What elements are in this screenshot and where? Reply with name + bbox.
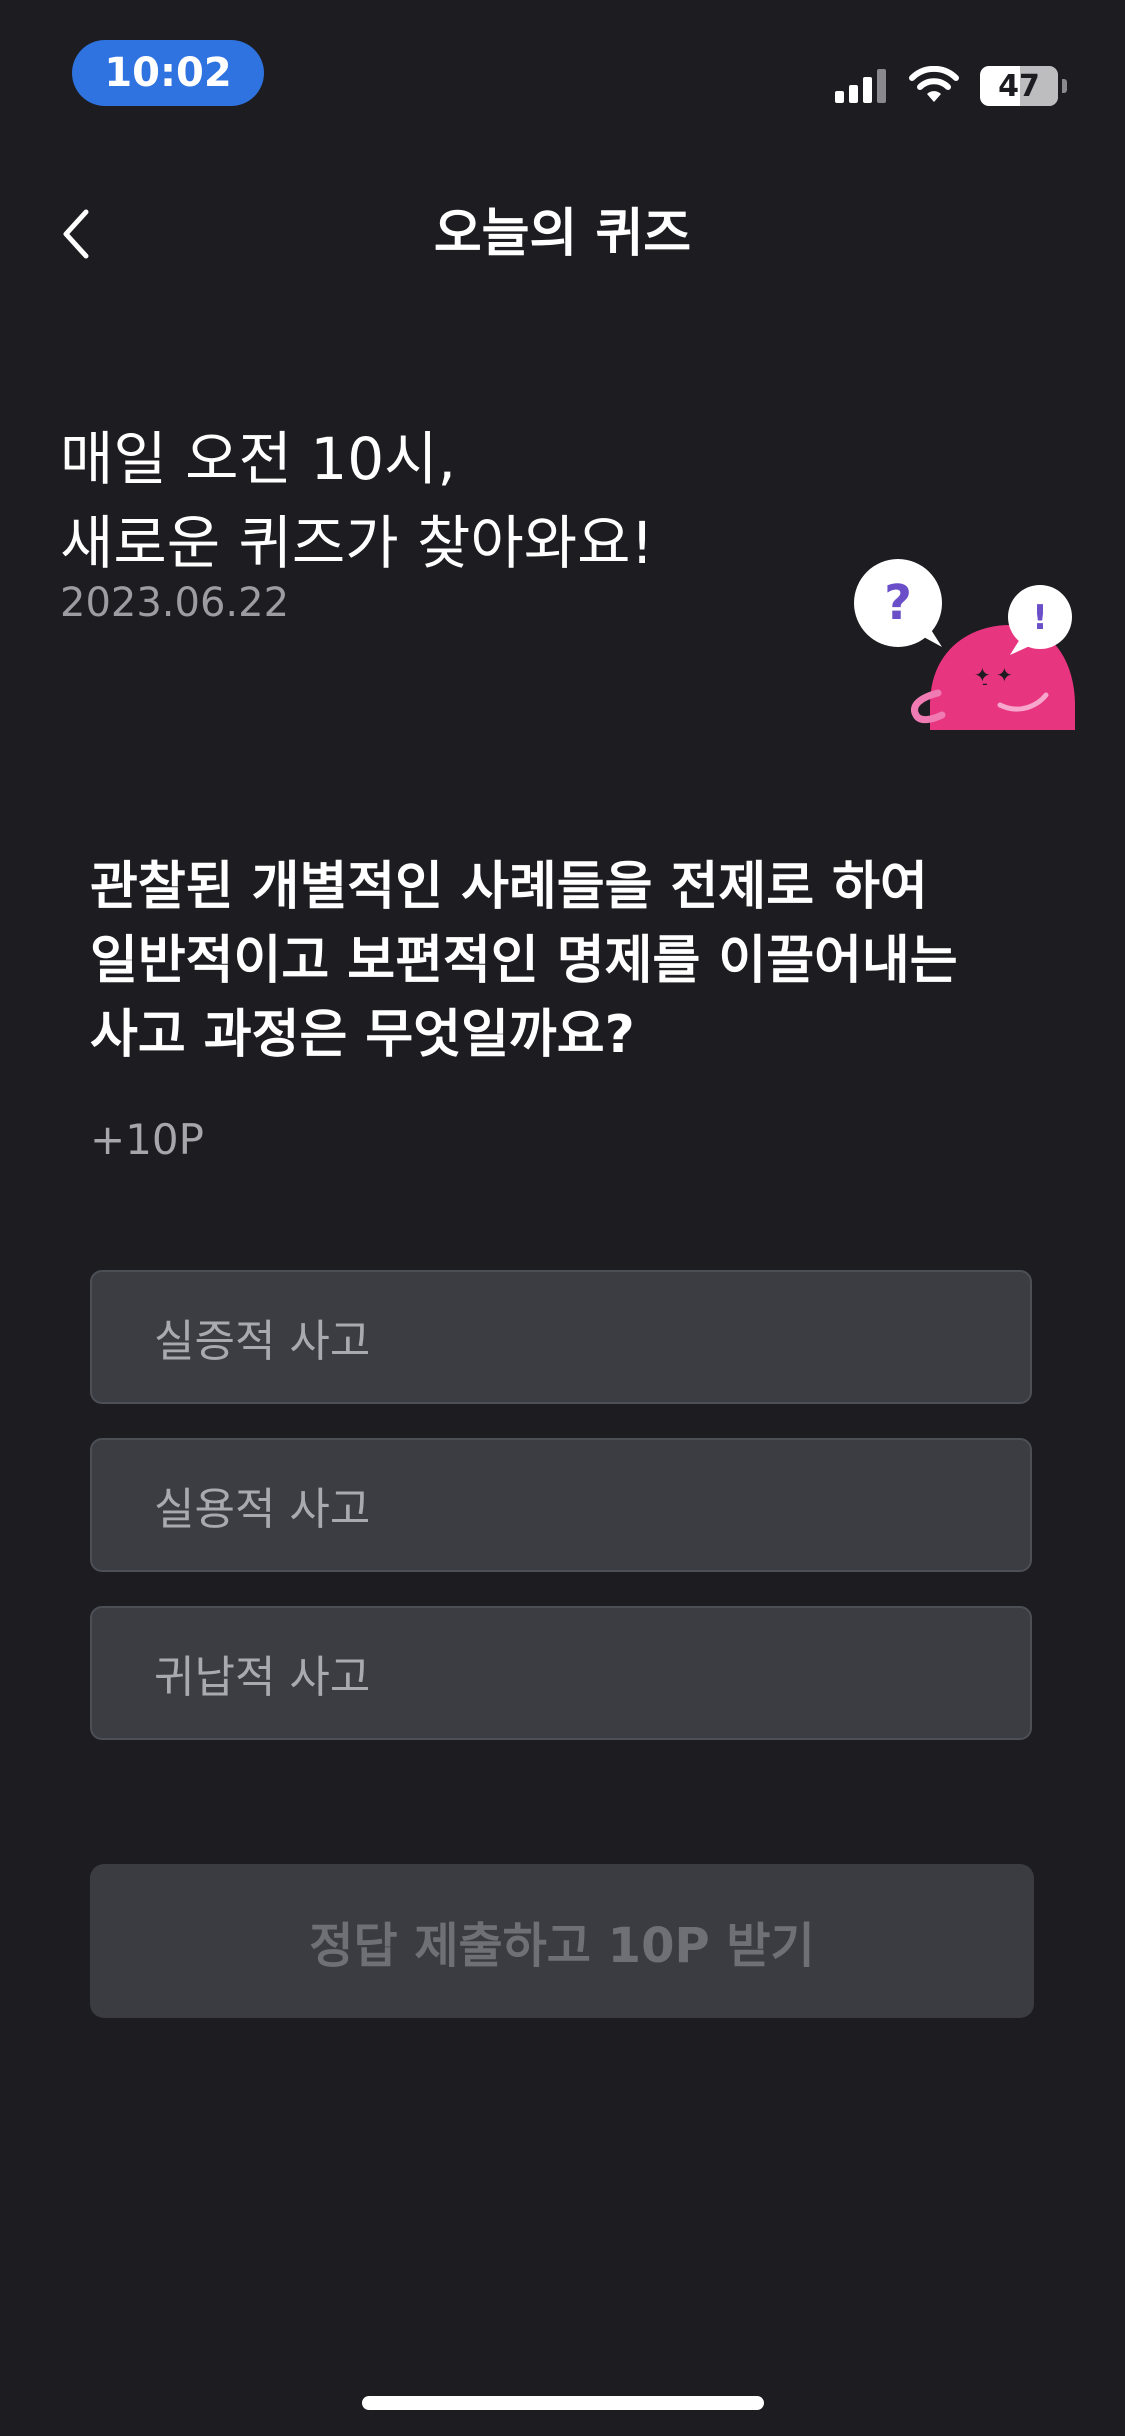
wifi-icon bbox=[909, 66, 959, 102]
intro-headline-line1: 매일 오전 10시, bbox=[60, 425, 456, 493]
svg-text:?: ? bbox=[884, 575, 912, 631]
mascot-illustration: ? ✦ - ✦ ! bbox=[854, 559, 1075, 730]
svg-text:!: ! bbox=[1032, 598, 1048, 638]
answer-option-3[interactable]: 귀납적 사고 bbox=[90, 1606, 1032, 1740]
status-time: 10:02 bbox=[72, 40, 264, 106]
cellular-signal-icon bbox=[835, 69, 886, 103]
svg-text:✦: ✦ bbox=[996, 663, 1013, 687]
svg-text:-: - bbox=[982, 674, 988, 693]
page-title: 오늘의 퀴즈 bbox=[433, 204, 692, 264]
battery-icon: 47 bbox=[980, 66, 1067, 106]
question-bubble-icon: ? bbox=[854, 559, 942, 647]
status-icons: 47 bbox=[835, 62, 1067, 110]
home-indicator[interactable] bbox=[362, 2396, 764, 2410]
exclamation-bubble-icon: ! bbox=[1008, 585, 1072, 655]
battery-level: 47 bbox=[998, 68, 1040, 104]
reward-points: +10P bbox=[90, 1115, 204, 1164]
answer-option-label: 귀납적 사고 bbox=[154, 1652, 371, 1703]
answer-option-2[interactable]: 실용적 사고 bbox=[90, 1438, 1032, 1572]
intro-headline-line2: 새로운 퀴즈가 찾아와요! bbox=[60, 509, 654, 577]
answer-option-label: 실용적 사고 bbox=[154, 1484, 371, 1535]
answer-option-label: 실증적 사고 bbox=[154, 1316, 371, 1367]
answer-option-1[interactable]: 실증적 사고 bbox=[90, 1270, 1032, 1404]
submit-answer-button[interactable]: 정답 제출하고 10P 받기 bbox=[90, 1864, 1034, 2018]
quiz-date: 2023.06.22 bbox=[60, 580, 290, 626]
quiz-question: 관찰된 개별적인 사례들을 전제로 하여 일반적이고 보편적인 명제를 이끌어내… bbox=[90, 857, 958, 1065]
